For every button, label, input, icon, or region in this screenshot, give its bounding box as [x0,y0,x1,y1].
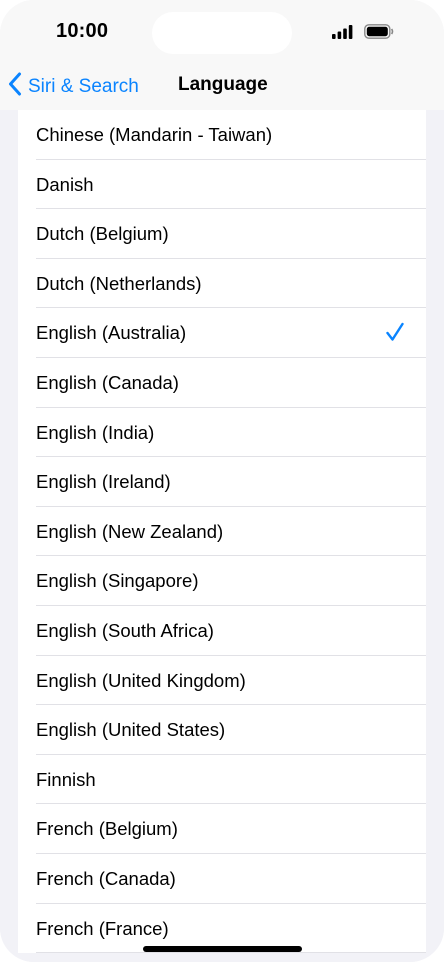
checkmark-icon [386,322,404,347]
language-row[interactable]: Danish [18,160,426,210]
language-list-container[interactable]: Chinese (Mandarin - Taiwan) Danish Dutch (… [0,110,444,962]
language-row[interactable]: English (Canada) [18,358,426,408]
language-row[interactable]: Dutch (Belgium) [18,209,426,259]
language-label: English (United Kingdom) [36,669,246,691]
language-label: Finnish [36,768,96,790]
language-label: English (Canada) [36,371,179,393]
dynamic-island [152,12,292,54]
language-row[interactable]: English (India) [18,408,426,458]
language-row[interactable]: English (Australia) [18,308,426,358]
language-row[interactable]: Dutch (Netherlands) [18,259,426,309]
language-label: Dutch (Netherlands) [36,272,202,294]
language-label: French (France) [36,917,169,939]
language-label: English (Singapore) [36,570,199,592]
language-row[interactable]: Chinese (Mandarin - Taiwan) [18,110,426,160]
language-label: Chinese (Mandarin - Taiwan) [36,124,273,145]
language-row[interactable]: English (New Zealand) [18,507,426,557]
language-label: English (Ireland) [36,471,171,493]
language-row[interactable]: English (United States) [18,705,426,755]
navigation-bar: Siri & Search Language [0,64,444,111]
language-row[interactable]: English (Ireland) [18,457,426,507]
language-row[interactable]: English (United Kingdom) [18,656,426,706]
home-indicator[interactable] [143,946,302,952]
language-label: English (New Zealand) [36,520,224,542]
back-button-label: Siri & Search [28,76,139,97]
status-bar: 10:00 [0,0,444,64]
language-row[interactable]: English (Singapore) [18,556,426,606]
language-label: English (Australia) [36,322,187,344]
chevron-left-icon [8,72,22,102]
language-row[interactable]: French (Canada) [18,854,426,904]
status-icons [332,24,394,44]
language-label: English (South Africa) [36,619,214,641]
language-row[interactable]: French (Belgium) [18,804,426,854]
language-list: Chinese (Mandarin - Taiwan) Danish Dutch (… [18,110,426,954]
language-label: English (India) [36,421,155,443]
back-button[interactable]: Siri & Search [8,72,139,102]
page-title: Language [178,74,268,95]
battery-icon [364,24,394,44]
language-label: English (United States) [36,719,226,741]
language-label: French (Canada) [36,867,176,889]
status-time: 10:00 [56,20,109,42]
language-label: Dutch (Belgium) [36,223,169,245]
language-row[interactable]: Finnish [18,755,426,805]
language-label: French (Belgium) [36,818,178,840]
cellular-signal-icon [332,24,354,44]
language-row[interactable]: English (South Africa) [18,606,426,656]
phone-screen: 10:00 Siri & Search Language Chinese (Ma… [0,0,444,962]
language-label: Danish [36,173,94,195]
row-separator [36,952,426,954]
